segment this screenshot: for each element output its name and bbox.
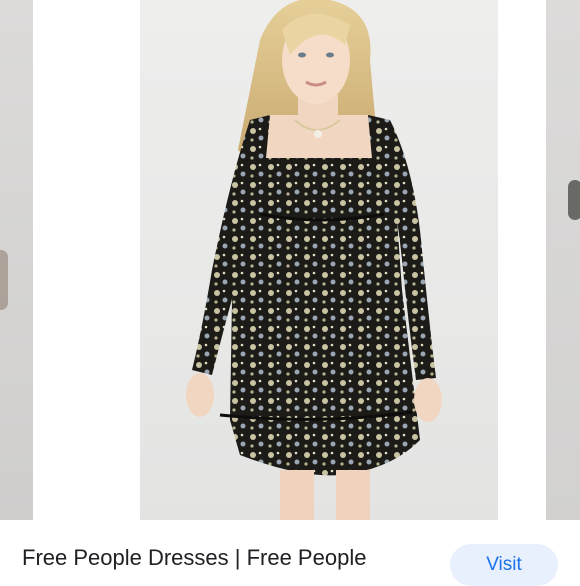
next-image-thumbnail[interactable] bbox=[546, 0, 580, 520]
previous-image-figure bbox=[0, 250, 8, 310]
model-in-floral-dress-illustration bbox=[186, 0, 442, 520]
previous-image-thumbnail[interactable] bbox=[0, 0, 33, 520]
image-carousel bbox=[0, 0, 580, 520]
product-image[interactable] bbox=[140, 0, 498, 520]
result-title[interactable]: Free People Dresses | Free People bbox=[22, 545, 366, 571]
next-image-figure bbox=[568, 180, 580, 220]
